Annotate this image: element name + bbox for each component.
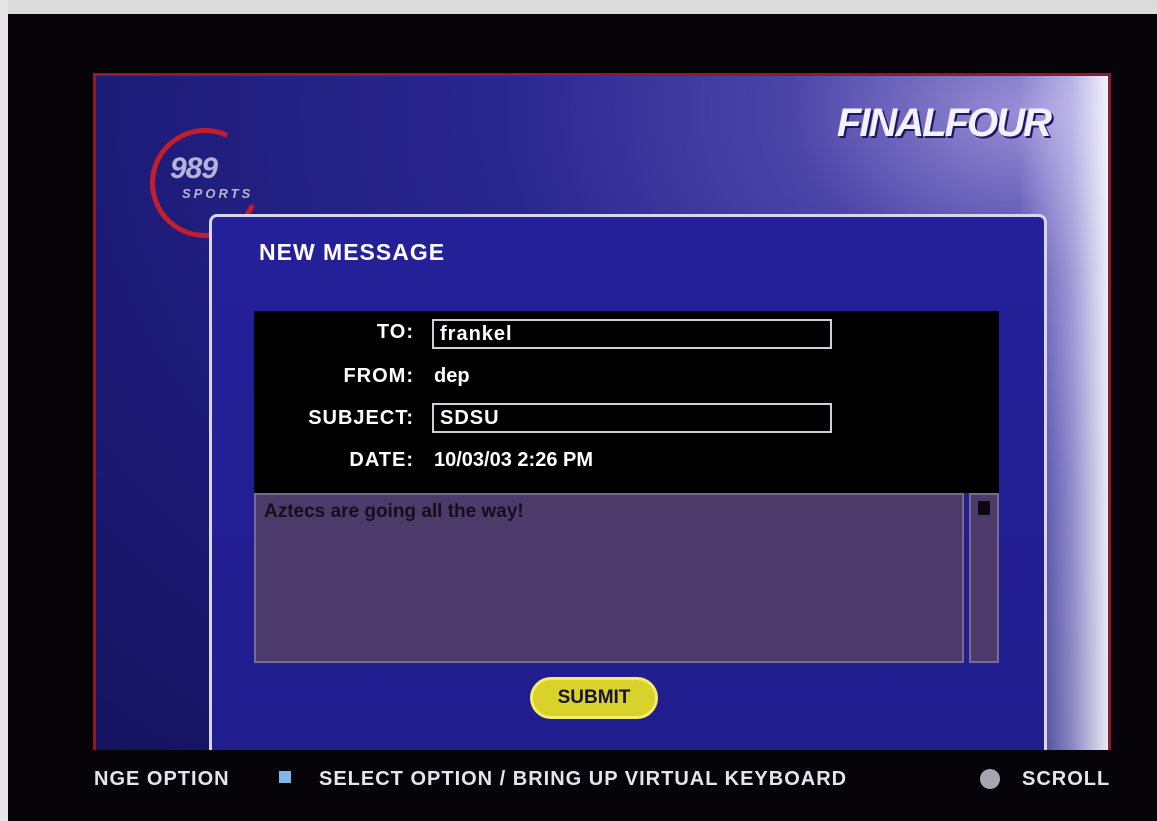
subject-label: SUBJECT: [308,407,414,429]
left-strip [0,0,8,821]
message-body-textarea[interactable]: Aztecs are going all the way! [254,493,964,663]
message-scrollbar[interactable] [969,493,999,663]
message-header: TO: frankel FROM: dep SUBJECT: SDSU DATE… [254,311,999,493]
square-button-icon [279,771,291,783]
controller-hint-bar: NGE OPTION SELECT OPTION / BRING UP VIRT… [8,750,1157,810]
scrollbar-thumb[interactable] [978,501,990,515]
top-strip [0,0,1157,14]
submit-button[interactable]: SUBMIT [530,677,658,719]
from-value: dep [434,365,470,387]
date-value: 10/03/03 2:26 PM [434,449,593,471]
panel-title: NEW MESSAGE [259,239,446,265]
logo-number: 989 [170,152,218,185]
new-message-panel: NEW MESSAGE TO: frankel FROM: dep SUBJEC… [209,214,1047,750]
to-field[interactable]: frankel [432,319,832,349]
from-label: FROM: [343,365,414,387]
logo-sports-text: SPORTS [182,186,254,201]
subject-field[interactable]: SDSU [432,403,832,433]
to-label: TO: [376,321,414,343]
scroll-hint: SCROLL [1022,768,1111,790]
game-screen: 989 SPORTS FINALFOUR NEW MESSAGE TO: fra… [93,73,1111,753]
989-sports-logo: 989 SPORTS [134,112,284,254]
change-option-hint: NGE OPTION [94,768,230,790]
circle-button-icon [980,769,1000,789]
select-option-hint: SELECT OPTION / BRING UP VIRTUAL KEYBOAR… [319,768,848,790]
date-label: DATE: [349,449,414,471]
final-four-title: FINALFOUR [836,101,1052,145]
